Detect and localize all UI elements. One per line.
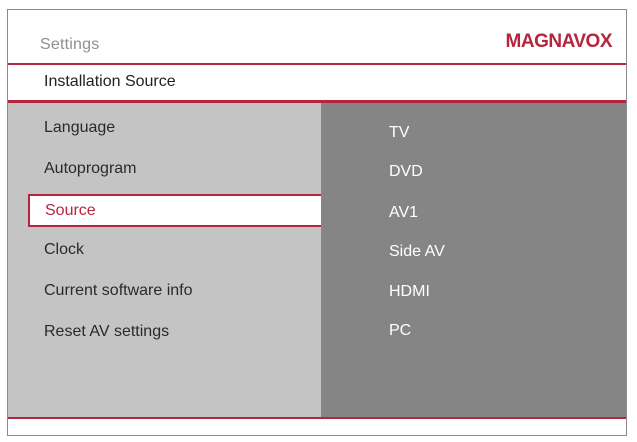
menu-item-language[interactable]: Language: [44, 119, 115, 137]
footer-bar: [8, 417, 626, 435]
menu-item-label: Source: [45, 202, 96, 219]
settings-window: Settings MAGNAVOX Installation Source La…: [7, 9, 627, 436]
menu-item-autoprogram[interactable]: Autoprogram: [44, 160, 137, 178]
settings-menu: Language Autoprogram Source Clock Curren…: [8, 103, 331, 417]
page-title: Settings: [40, 36, 100, 53]
option-tv[interactable]: TV: [389, 124, 409, 142]
option-av1[interactable]: AV1: [389, 204, 418, 222]
breadcrumb-label: Installation Source: [44, 73, 176, 90]
menu-item-source[interactable]: Source: [28, 194, 331, 227]
header: Settings MAGNAVOX: [8, 10, 626, 62]
option-dvd[interactable]: DVD: [389, 163, 423, 181]
breadcrumb: Installation Source: [8, 63, 626, 103]
option-hdmi[interactable]: HDMI: [389, 283, 430, 301]
menu-item-current-software-info[interactable]: Current software info: [44, 282, 193, 300]
option-pc[interactable]: PC: [389, 322, 411, 340]
source-options: TV DVD AV1 Side AV HDMI PC: [321, 103, 626, 417]
option-side-av[interactable]: Side AV: [389, 243, 445, 261]
brand-logo: MAGNAVOX: [505, 31, 613, 52]
menu-item-reset-av-settings[interactable]: Reset AV settings: [44, 323, 169, 341]
menu-item-clock[interactable]: Clock: [44, 241, 84, 259]
